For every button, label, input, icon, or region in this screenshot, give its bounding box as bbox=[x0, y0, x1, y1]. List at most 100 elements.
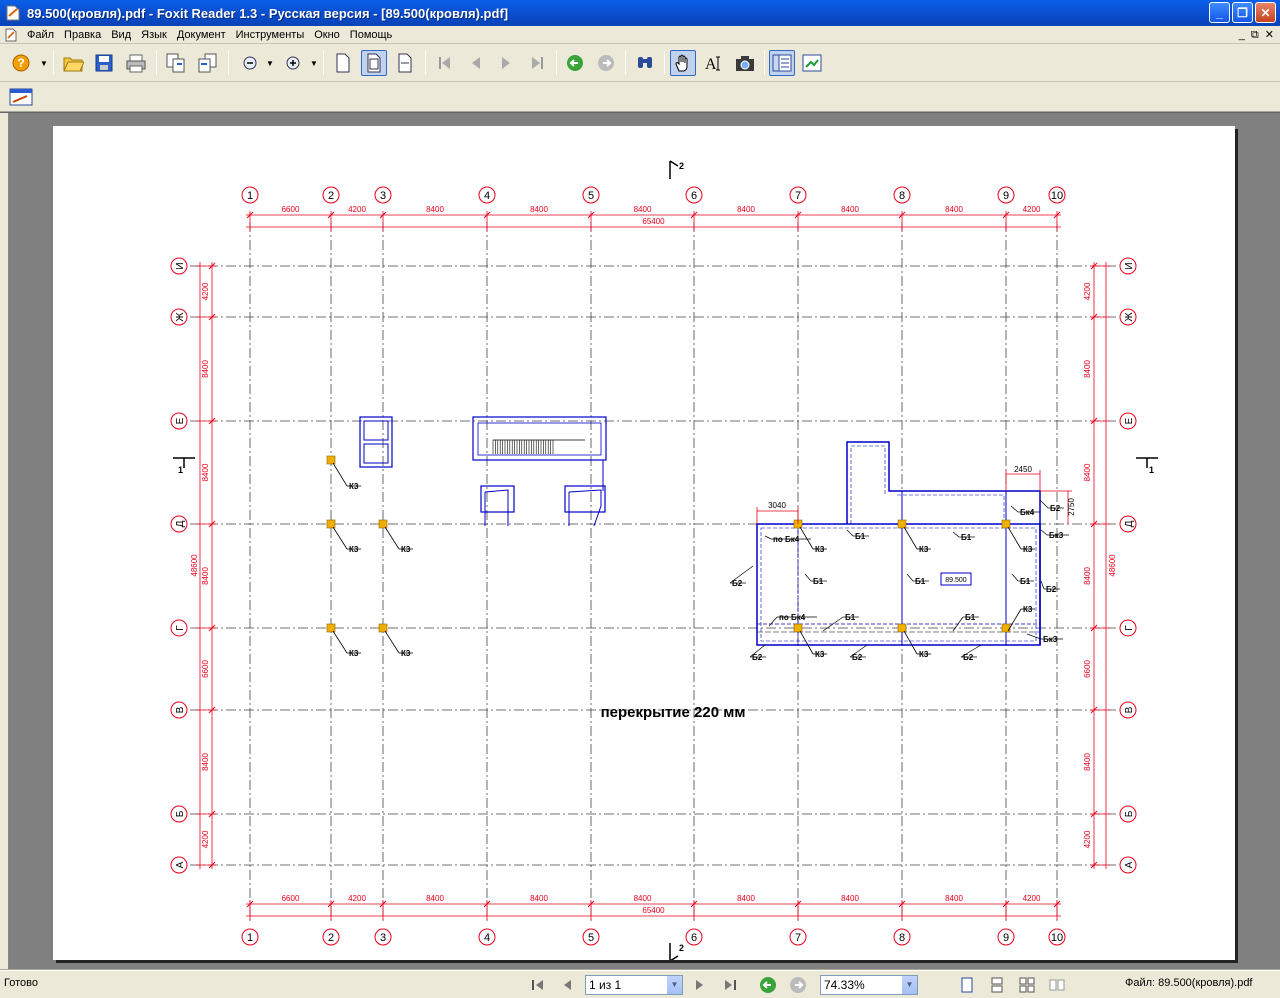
find-icon[interactable] bbox=[632, 50, 658, 76]
document-area[interactable]: 1 1 2 2 3 3 4 4 5 5 6 6 7 7 8 8 9 9 10 10 И И Ж Ж Е Е Д Д Г Г В В Б Б А А 66… bbox=[0, 112, 1280, 971]
slab-thickness-label: перекрытие 220 мм bbox=[601, 704, 746, 721]
dimension-text: 48600 bbox=[1108, 554, 1117, 577]
status-next-page-icon[interactable] bbox=[689, 974, 711, 996]
page-dropdown-icon[interactable]: ▼ bbox=[666, 976, 682, 994]
mdi-restore-button[interactable]: ⧉ bbox=[1251, 26, 1259, 44]
dimension-text: 8400 bbox=[201, 360, 210, 378]
menu-edit[interactable]: Правка bbox=[59, 26, 106, 44]
b1-label: Б1 bbox=[1020, 577, 1031, 586]
column-k3 bbox=[326, 623, 336, 633]
navigation-pane-edge[interactable] bbox=[0, 113, 9, 971]
snapshot-icon[interactable] bbox=[732, 50, 758, 76]
axis-label: 8 bbox=[899, 932, 905, 944]
continuous-facing-mode-icon[interactable] bbox=[1046, 974, 1068, 996]
axis-label: 10 bbox=[1051, 190, 1063, 202]
leader-line bbox=[846, 529, 854, 537]
thumbnails-icon[interactable] bbox=[799, 50, 825, 76]
main-toolbar: ? ▼ ▼ ▼ A bbox=[0, 44, 1280, 82]
k3-label: К3 bbox=[815, 545, 825, 554]
maximize-button[interactable]: ❐ bbox=[1232, 2, 1253, 23]
page-number-combo[interactable]: 1 из 1 ▼ bbox=[585, 975, 683, 995]
status-text: Готово bbox=[4, 977, 38, 989]
document-icon[interactable] bbox=[4, 27, 20, 43]
po-bk4-label: по Бк4 bbox=[773, 535, 800, 544]
column-k3 bbox=[378, 519, 388, 529]
leader-line bbox=[332, 462, 348, 487]
menu-bar: Файл Правка Вид Язык Документ Инструмент… bbox=[0, 26, 1280, 44]
zoom-combo[interactable]: 74.33% ▼ bbox=[820, 975, 918, 995]
axis-label: 9 bbox=[1003, 932, 1009, 944]
status-prev-page-icon[interactable] bbox=[556, 974, 578, 996]
text-select-icon[interactable]: A bbox=[701, 50, 727, 76]
mdi-close-button[interactable]: ✕ bbox=[1265, 26, 1274, 44]
leader-line bbox=[332, 526, 348, 550]
zoom-dropdown-icon[interactable]: ▼ bbox=[901, 976, 917, 994]
zoom-out-icon[interactable] bbox=[237, 50, 263, 76]
status-last-page-icon[interactable] bbox=[719, 974, 741, 996]
zoom-out-dropdown-icon[interactable]: ▼ bbox=[266, 59, 274, 68]
fit-width-icon[interactable] bbox=[392, 50, 418, 76]
prev-page-icon[interactable] bbox=[463, 50, 489, 76]
leader-line bbox=[768, 616, 778, 627]
single-page-icon[interactable] bbox=[330, 50, 356, 76]
open-folder-icon[interactable] bbox=[60, 50, 86, 76]
facing-mode-icon[interactable] bbox=[1016, 974, 1038, 996]
b1-label: Б1 bbox=[813, 577, 824, 586]
b1-label: Б1 bbox=[965, 613, 976, 622]
axis-label: 3 bbox=[380, 932, 386, 944]
axis-label: Ж bbox=[1124, 312, 1135, 322]
save-icon[interactable] bbox=[91, 50, 117, 76]
paste-page-icon[interactable] bbox=[195, 50, 221, 76]
menu-tools[interactable]: Инструменты bbox=[231, 26, 310, 44]
fit-page-icon[interactable] bbox=[361, 50, 387, 76]
dimension-text: 8400 bbox=[201, 567, 210, 585]
dimension-text: 8400 bbox=[530, 205, 548, 214]
axis-label: 2 bbox=[328, 190, 334, 202]
leader-line bbox=[1039, 499, 1049, 509]
help-icon[interactable]: ? bbox=[8, 50, 34, 76]
zoom-in-icon[interactable] bbox=[280, 50, 306, 76]
annotation-tool-icon[interactable] bbox=[8, 84, 34, 110]
axis-label: Е bbox=[1124, 417, 1135, 424]
copy-page-icon[interactable] bbox=[163, 50, 189, 76]
title-bar[interactable]: 89.500(кровля).pdf - Foxit Reader 1.3 - … bbox=[0, 0, 1280, 26]
hand-tool-icon[interactable] bbox=[670, 50, 696, 76]
minimize-button[interactable]: _ bbox=[1209, 2, 1230, 23]
close-button[interactable]: ✕ bbox=[1255, 2, 1276, 23]
mdi-minimize-button[interactable]: _ bbox=[1239, 26, 1245, 44]
leader-line bbox=[799, 526, 814, 550]
last-page-icon[interactable] bbox=[524, 50, 550, 76]
menu-help[interactable]: Помощь bbox=[345, 26, 398, 44]
axis-label: А bbox=[175, 861, 186, 868]
status-back-icon[interactable] bbox=[757, 974, 779, 996]
bookmarks-panel-icon[interactable] bbox=[769, 50, 795, 76]
status-forward-icon[interactable] bbox=[787, 974, 809, 996]
leader-line bbox=[906, 573, 914, 582]
menu-window[interactable]: Окно bbox=[309, 26, 345, 44]
axis-label: Г bbox=[175, 625, 186, 631]
b1-label: Б1 bbox=[915, 577, 926, 586]
dimension-text: 8400 bbox=[426, 205, 444, 214]
dimension-text: 6600 bbox=[1083, 660, 1092, 678]
continuous-mode-icon[interactable] bbox=[986, 974, 1008, 996]
column-k3 bbox=[326, 519, 336, 529]
help-dropdown-icon[interactable]: ▼ bbox=[40, 59, 48, 68]
vent-block bbox=[568, 489, 602, 527]
back-icon[interactable] bbox=[562, 50, 588, 76]
next-page-icon[interactable] bbox=[493, 50, 519, 76]
leader-line bbox=[804, 573, 812, 582]
menu-file[interactable]: Файл bbox=[22, 26, 59, 44]
print-icon[interactable] bbox=[123, 50, 149, 76]
menu-view[interactable]: Вид bbox=[106, 26, 136, 44]
menu-language[interactable]: Язык bbox=[136, 26, 172, 44]
leader-line bbox=[384, 526, 400, 550]
single-page-mode-icon[interactable] bbox=[956, 974, 978, 996]
column-k3 bbox=[793, 623, 803, 633]
menu-document[interactable]: Документ bbox=[172, 26, 231, 44]
status-first-page-icon[interactable] bbox=[527, 974, 549, 996]
section-label: 2 bbox=[679, 943, 684, 953]
forward-icon[interactable] bbox=[593, 50, 619, 76]
first-page-icon[interactable] bbox=[432, 50, 458, 76]
axis-label: Д bbox=[175, 520, 186, 527]
zoom-in-dropdown-icon[interactable]: ▼ bbox=[310, 59, 318, 68]
